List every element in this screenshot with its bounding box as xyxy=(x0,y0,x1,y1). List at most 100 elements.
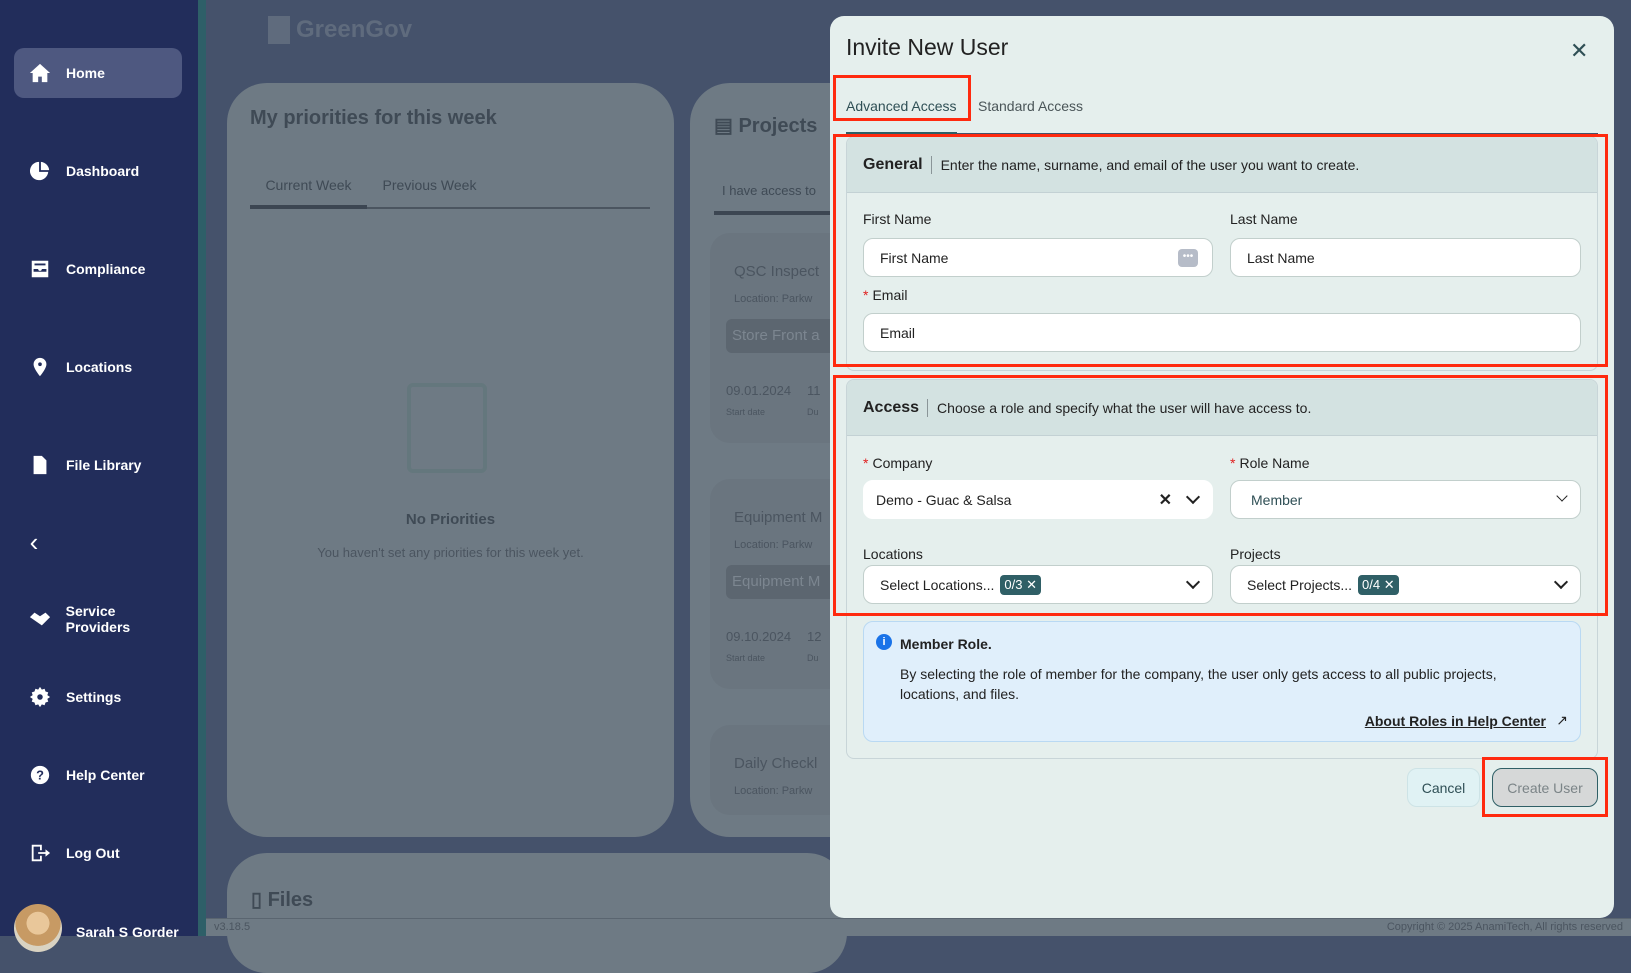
nav-label: Service Providers xyxy=(65,603,131,635)
nav-label: Locations xyxy=(66,359,133,375)
sidebar-item-help-center[interactable]: ? Help Center xyxy=(14,750,182,800)
nav-label: File Library xyxy=(66,457,142,473)
locations-label: Locations xyxy=(863,546,923,562)
projects-title: ▤ Projects xyxy=(714,113,817,138)
sidebar-item-dashboard[interactable]: Dashboard xyxy=(14,146,182,196)
first-name-input[interactable]: First Name ••• xyxy=(863,238,1213,277)
sidebar-item-locations[interactable]: Locations xyxy=(14,342,182,392)
nav-label: Home xyxy=(66,65,105,81)
chevron-down-icon xyxy=(1185,574,1201,590)
label-text: Company xyxy=(872,455,933,471)
project-name: QSC Inspect xyxy=(734,263,820,280)
svg-text:?: ? xyxy=(36,768,44,783)
files-title: ▯ Files xyxy=(251,887,313,912)
file-icon: ▯ xyxy=(251,889,268,911)
empty-text: You haven't set any priorities for this … xyxy=(317,545,584,560)
tab-standard-access[interactable]: Standard Access xyxy=(978,98,1083,114)
modal-title: Invite New User xyxy=(846,34,1009,60)
info-text: By selecting the role of member for the … xyxy=(900,666,1497,702)
file-icon xyxy=(28,453,52,477)
chip-count: 0/4 xyxy=(1362,576,1381,592)
chevron-left-icon: ‹ xyxy=(29,526,39,557)
placeholder: First Name xyxy=(880,249,949,266)
files-title-text: Files xyxy=(267,889,314,911)
info-title: Member Role. xyxy=(900,636,992,652)
section-title: Access xyxy=(863,398,929,417)
sidebar-item-settings[interactable]: Settings xyxy=(14,672,182,722)
sidebar-divider xyxy=(198,0,206,936)
start-date: 09.10.2024 xyxy=(726,629,792,644)
projects-label: Projects xyxy=(1230,546,1281,562)
projects-count-chip[interactable]: 0/4 ✕ xyxy=(1358,574,1399,595)
logo: GreenGov xyxy=(268,16,412,44)
close-icon[interactable]: ✕ xyxy=(1570,38,1588,64)
nav-label: Log Out xyxy=(66,845,120,861)
cancel-button[interactable]: Cancel xyxy=(1407,768,1480,807)
due-label: Du xyxy=(807,653,819,663)
nav-label: Compliance xyxy=(66,261,146,277)
section-desc: Enter the name, surname, and email of th… xyxy=(940,156,1360,173)
role-select[interactable]: Member xyxy=(1230,480,1581,519)
placeholder: Last Name xyxy=(1247,249,1315,266)
external-link-icon: ↗ xyxy=(1556,712,1568,728)
handshake-icon xyxy=(28,607,52,631)
priorities-card: My priorities for this week Current Week… xyxy=(227,83,674,837)
sidebar-item-file-library[interactable]: File Library xyxy=(14,440,182,490)
clear-icon[interactable]: ✕ xyxy=(1159,490,1172,510)
empty-title: No Priorities xyxy=(405,511,496,528)
selected-value: Member xyxy=(1251,491,1303,508)
project-name: Equipment M xyxy=(734,509,823,526)
chevron-down-icon[interactable] xyxy=(1185,489,1201,505)
user-name: Sarah S Gorder xyxy=(76,924,179,940)
files-card: ▯ Files xyxy=(227,853,847,973)
due-date: 12 xyxy=(807,629,822,644)
company-select[interactable]: Demo - Guac & Salsa ✕ xyxy=(863,480,1213,519)
chevron-down-icon xyxy=(1553,574,1569,590)
email-label: * Email xyxy=(863,287,908,303)
nav-label: Settings xyxy=(66,689,122,705)
start-label: Start date xyxy=(726,653,766,663)
selected-value: Demo - Guac & Salsa xyxy=(876,491,1012,508)
version: v3.18.5 xyxy=(214,921,251,933)
sidebar-item-service-providers[interactable]: Service Providers xyxy=(14,594,182,644)
tab-current-week[interactable]: Current Week xyxy=(250,177,367,209)
info-icon: i xyxy=(876,634,892,650)
sidebar-item-log-out[interactable]: Log Out xyxy=(14,828,182,878)
sidebar-item-compliance[interactable]: Compliance xyxy=(14,244,182,294)
projects-title-text: Projects xyxy=(738,115,818,137)
logout-icon xyxy=(28,841,52,865)
user-profile[interactable]: Sarah S Gorder xyxy=(14,904,179,952)
tab-advanced-access[interactable]: Advanced Access xyxy=(846,98,957,135)
locations-count-chip[interactable]: 0/3 ✕ xyxy=(1000,574,1041,595)
placeholder: Select Locations... xyxy=(880,576,995,593)
locations-select[interactable]: Select Locations... 0/3 ✕ xyxy=(863,565,1213,604)
password-manager-icon[interactable]: ••• xyxy=(1178,249,1198,267)
project-name: Daily Checkl xyxy=(734,755,818,772)
nav-label: Dashboard xyxy=(66,163,140,179)
label-text: Email xyxy=(872,287,908,303)
tab-previous-week[interactable]: Previous Week xyxy=(367,177,492,209)
flag-icon xyxy=(407,383,487,473)
start-label: Start date xyxy=(726,407,766,417)
role-label: * Role Name xyxy=(1230,455,1310,471)
logo-text: GreenGov xyxy=(296,16,413,43)
section-desc: Choose a role and specify what the user … xyxy=(937,399,1312,416)
copyright: Copyright © 2025 AnamiTech, All rights r… xyxy=(1386,921,1623,933)
collapse-sidebar-button[interactable]: ‹ xyxy=(14,517,54,567)
projects-select[interactable]: Select Projects... 0/4 ✕ xyxy=(1230,565,1581,604)
sidebar-item-home[interactable]: Home xyxy=(14,48,182,98)
chip-count: 0/3 xyxy=(1004,576,1023,592)
tabs-divider xyxy=(846,133,1598,135)
last-name-input[interactable]: Last Name xyxy=(1230,238,1581,277)
create-user-button[interactable]: Create User xyxy=(1492,768,1598,807)
footer: v3.18.5 Copyright © 2025 AnamiTech, All … xyxy=(206,918,1631,936)
due-label: Du xyxy=(807,407,819,417)
projects-icon: ▤ xyxy=(714,115,739,137)
email-input[interactable]: Email xyxy=(863,313,1581,352)
help-center-link[interactable]: About Roles in Help Center xyxy=(1365,713,1546,729)
inbox-icon xyxy=(28,257,52,281)
company-label: * Company xyxy=(863,455,933,471)
placeholder: Email xyxy=(880,324,916,341)
gear-icon xyxy=(28,685,52,709)
sidebar: Home Dashboard Compliance Locations File… xyxy=(0,0,198,952)
